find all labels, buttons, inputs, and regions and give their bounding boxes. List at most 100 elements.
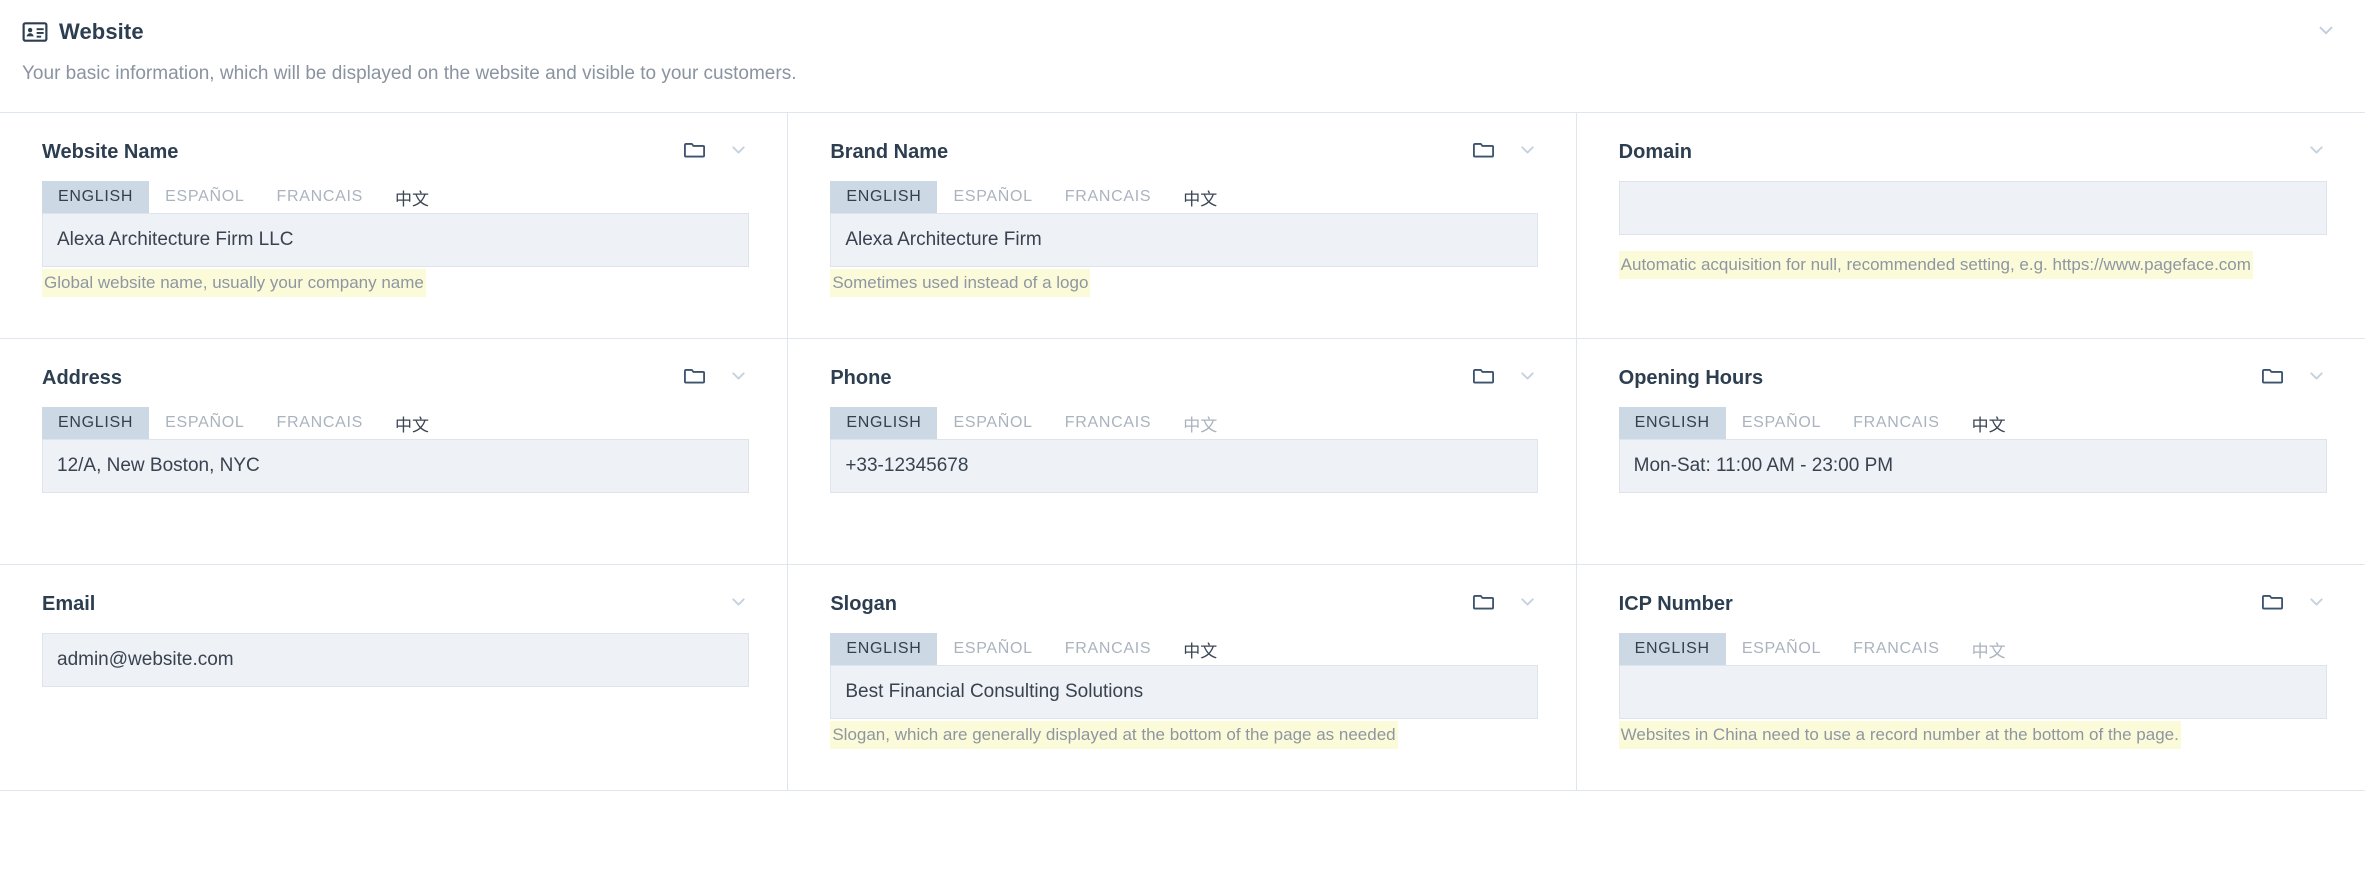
card-header-email: Email — [42, 589, 749, 619]
input-website-name[interactable]: Alexa Architecture Firm LLC — [42, 213, 750, 267]
card-header-domain: Domain — [1619, 137, 2327, 167]
chevron-down-icon[interactable] — [1517, 591, 1538, 617]
card-title-slogan: Slogan — [830, 592, 897, 615]
card-header-website-name: Website Name — [42, 137, 749, 167]
chevron-down-icon[interactable] — [2306, 365, 2327, 391]
hint-wrap-brand-name: Sometimes used instead of a logo — [830, 269, 1537, 298]
folder-icon[interactable] — [1472, 590, 1517, 618]
language-tabs-slogan: ENGLISH ESPAÑOL FRANCAIS 中文 — [830, 633, 1537, 665]
lang-tab-phone-english[interactable]: ENGLISH — [830, 407, 938, 439]
folder-icon[interactable] — [683, 138, 728, 166]
card-header-brand-name: Brand Name — [830, 137, 1537, 167]
chevron-down-icon[interactable] — [2306, 139, 2327, 165]
setting-card-phone: Phone ENGLISH ESPAÑOL FRANCAIS 中文 +33-1234567… — [788, 339, 1577, 565]
lang-tab-address-espa-ol[interactable]: ESPAÑOL — [149, 407, 260, 439]
chevron-down-icon[interactable] — [1517, 139, 1538, 165]
chevron-down-icon[interactable] — [1517, 365, 1538, 391]
folder-icon[interactable] — [1472, 138, 1517, 166]
setting-card-email: Email admin@website.com — [0, 565, 789, 791]
lang-tab-opening-hours-francais[interactable]: FRANCAIS — [1837, 407, 1956, 439]
page-description: Your basic information, which will be di… — [22, 63, 797, 84]
card-title-email: Email — [42, 592, 96, 615]
folder-icon[interactable] — [683, 364, 728, 392]
hint-wrap-slogan: Slogan, which are generally displayed at… — [830, 721, 1537, 750]
card-header-phone: Phone — [830, 363, 1537, 393]
input-icp-number[interactable] — [1618, 665, 2327, 719]
page-title: Website — [59, 19, 144, 44]
card-header-icp-number: ICP Number — [1619, 589, 2327, 619]
card-header-opening-hours: Opening Hours — [1619, 363, 2327, 393]
folder-icon[interactable] — [2261, 364, 2306, 392]
chevron-down-icon[interactable] — [728, 139, 749, 165]
input-brand-name[interactable]: Alexa Architecture Firm — [830, 213, 1538, 267]
hint-wrap-domain: Automatic acquisition for null, recommen… — [1618, 251, 2327, 280]
card-title-website-name: Website Name — [42, 140, 179, 163]
setting-card-opening-hours: Opening Hours ENGLISH ESPAÑOL FRANCAIS 中文 Mon… — [1576, 339, 2365, 565]
chevron-down-icon[interactable] — [2315, 19, 2343, 46]
lang-tab-address-francais[interactable]: FRANCAIS — [260, 407, 379, 439]
hint-text-brand-name: Sometimes used instead of a logo — [830, 269, 1091, 298]
language-tabs-website-name: ENGLISH ESPAÑOL FRANCAIS 中文 — [42, 181, 749, 213]
lang-tab-phone-francais[interactable]: FRANCAIS — [1049, 407, 1168, 439]
chevron-down-icon[interactable] — [728, 365, 749, 391]
lang-tab-website-name-zh[interactable]: 中文 — [379, 181, 445, 213]
lang-tab-phone-zh[interactable]: 中文 — [1167, 407, 1233, 439]
lang-tab-opening-hours-zh[interactable]: 中文 — [1956, 407, 2022, 439]
card-title-brand-name: Brand Name — [830, 140, 949, 163]
language-tabs-icp-number: ENGLISH ESPAÑOL FRANCAIS 中文 — [1618, 633, 2327, 665]
card-title-icp-number: ICP Number — [1618, 592, 1733, 615]
input-slogan[interactable]: Best Financial Consulting Solutions — [830, 665, 1538, 719]
input-address[interactable]: 12/A, New Boston, NYC — [42, 439, 750, 493]
card-title-address: Address — [42, 366, 123, 389]
hint-text-website-name: Global website name, usually your compan… — [42, 269, 426, 298]
language-tabs-opening-hours: ENGLISH ESPAÑOL FRANCAIS 中文 — [1618, 407, 2327, 439]
setting-card-domain: Domain Automatic acquisition for null, re… — [1576, 113, 2365, 339]
lang-tab-brand-name-english[interactable]: ENGLISH — [830, 181, 938, 213]
lang-tab-phone-espa-ol[interactable]: ESPAÑOL — [937, 407, 1048, 439]
lang-tab-icp-number-zh[interactable]: 中文 — [1956, 633, 2022, 665]
card-title-domain: Domain — [1618, 140, 1692, 163]
lang-tab-website-name-espa-ol[interactable]: ESPAÑOL — [149, 181, 260, 213]
lang-tab-icp-number-english[interactable]: ENGLISH — [1618, 633, 1726, 665]
lang-tab-opening-hours-espa-ol[interactable]: ESPAÑOL — [1726, 407, 1837, 439]
card-header-address: Address — [42, 363, 749, 393]
folder-icon[interactable] — [2261, 590, 2306, 618]
input-opening-hours[interactable]: Mon-Sat: 11:00 AM - 23:00 PM — [1618, 439, 2327, 493]
hint-text-icp-number: Websites in China need to use a record n… — [1618, 721, 2181, 750]
lang-tab-icp-number-francais[interactable]: FRANCAIS — [1837, 633, 1956, 665]
lang-tab-opening-hours-english[interactable]: ENGLISH — [1618, 407, 1726, 439]
setting-card-brand-name: Brand Name ENGLISH ESPAÑOL FRANCAIS 中文 Alexa … — [788, 113, 1577, 339]
chevron-down-icon[interactable] — [2306, 591, 2327, 617]
lang-tab-slogan-francais[interactable]: FRANCAIS — [1049, 633, 1168, 665]
folder-icon[interactable] — [1472, 364, 1517, 392]
lang-tab-slogan-english[interactable]: ENGLISH — [830, 633, 938, 665]
lang-tab-website-name-francais[interactable]: FRANCAIS — [260, 181, 379, 213]
hint-text-domain: Automatic acquisition for null, recommen… — [1618, 251, 2253, 280]
input-domain[interactable] — [1618, 181, 2327, 235]
setting-card-icp-number: ICP Number ENGLISH ESPAÑOL FRANCAIS 中文 Websit… — [1576, 565, 2365, 791]
lang-tab-brand-name-francais[interactable]: FRANCAIS — [1049, 181, 1168, 213]
chevron-down-icon[interactable] — [728, 591, 749, 617]
input-phone[interactable]: +33-12345678 — [830, 439, 1538, 493]
lang-tab-address-english[interactable]: ENGLISH — [42, 407, 150, 439]
id-card-icon — [22, 19, 59, 45]
setting-card-website-name: Website Name ENGLISH ESPAÑOL FRANCAIS 中文 Alex… — [0, 113, 789, 339]
language-tabs-brand-name: ENGLISH ESPAÑOL FRANCAIS 中文 — [830, 181, 1537, 213]
language-tabs-phone: ENGLISH ESPAÑOL FRANCAIS 中文 — [830, 407, 1537, 439]
hint-wrap-website-name: Global website name, usually your compan… — [42, 269, 749, 298]
lang-tab-slogan-espa-ol[interactable]: ESPAÑOL — [937, 633, 1048, 665]
language-tabs-address: ENGLISH ESPAÑOL FRANCAIS 中文 — [42, 407, 749, 439]
settings-grid: Website Name ENGLISH ESPAÑOL FRANCAIS 中文 Alex… — [0, 112, 2365, 791]
lang-tab-brand-name-zh[interactable]: 中文 — [1167, 181, 1233, 213]
lang-tab-icp-number-espa-ol[interactable]: ESPAÑOL — [1726, 633, 1837, 665]
lang-tab-brand-name-espa-ol[interactable]: ESPAÑOL — [937, 181, 1048, 213]
hint-wrap-icp-number: Websites in China need to use a record n… — [1618, 721, 2327, 750]
input-email[interactable]: admin@website.com — [42, 633, 750, 687]
lang-tab-website-name-english[interactable]: ENGLISH — [42, 181, 150, 213]
card-title-phone: Phone — [830, 366, 892, 389]
setting-card-slogan: Slogan ENGLISH ESPAÑOL FRANCAIS 中文 Best Finan… — [788, 565, 1577, 791]
lang-tab-slogan-zh[interactable]: 中文 — [1167, 633, 1233, 665]
card-header-slogan: Slogan — [830, 589, 1537, 619]
lang-tab-address-zh[interactable]: 中文 — [379, 407, 445, 439]
card-title-opening-hours: Opening Hours — [1618, 366, 1764, 389]
